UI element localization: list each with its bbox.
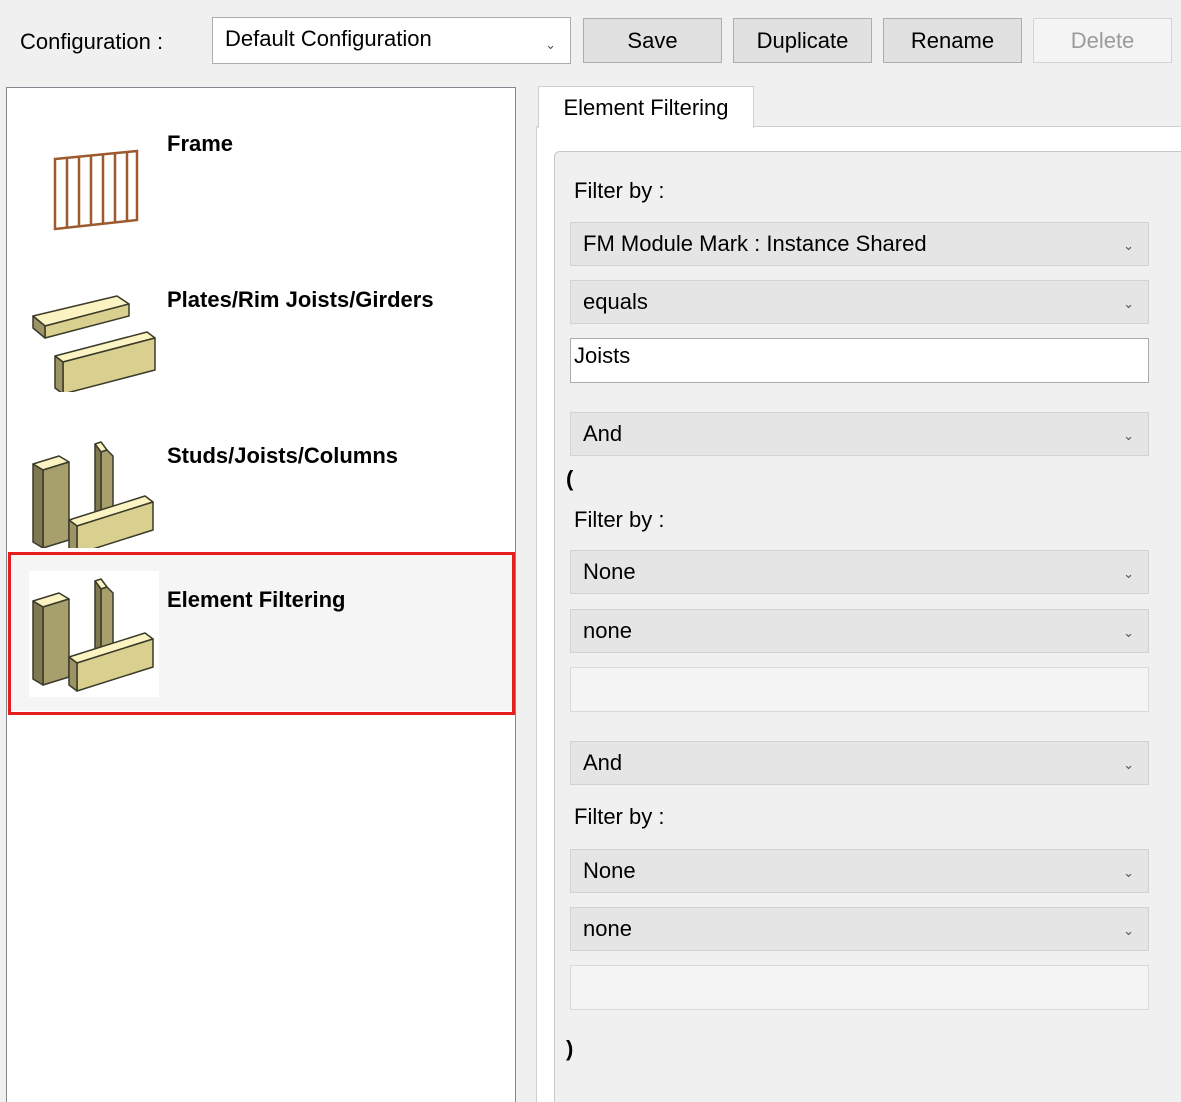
category-item-frame[interactable]: Frame [7, 104, 515, 256]
chevron-down-icon: ⌄ [1123, 757, 1134, 772]
chevron-down-icon: ⌄ [545, 37, 556, 52]
filter-field-select-2[interactable]: None ⌄ [570, 550, 1149, 594]
element-filtering-icon [29, 571, 159, 697]
save-button[interactable]: Save [583, 18, 722, 63]
chevron-down-icon: ⌄ [1123, 865, 1134, 880]
duplicate-button[interactable]: Duplicate [733, 18, 872, 63]
chevron-down-icon: ⌄ [1123, 566, 1134, 581]
configuration-select-value: Default Configuration [225, 26, 432, 51]
category-label: Plates/Rim Joists/Girders [167, 287, 434, 312]
filter-value-input-2 [570, 667, 1149, 712]
select-value: none [583, 916, 632, 941]
configuration-label: Configuration : [20, 29, 164, 54]
frame-icon [53, 149, 139, 231]
rename-button[interactable]: Rename [883, 18, 1022, 63]
chevron-down-icon: ⌄ [1123, 428, 1134, 443]
category-item-plates[interactable]: Plates/Rim Joists/Girders [7, 260, 515, 412]
select-value: none [583, 618, 632, 643]
plates-icon [32, 295, 156, 392]
filter-value-input-3 [570, 965, 1149, 1010]
open-parenthesis: ( [566, 466, 574, 491]
tab-element-filtering[interactable]: Element Filtering [538, 86, 754, 128]
studs-icon [32, 441, 154, 548]
chevron-down-icon: ⌄ [1123, 625, 1134, 640]
category-list[interactable]: Frame Plates/Rim Joists/Girders Studs/Jo… [6, 87, 516, 1102]
category-item-studs[interactable]: Studs/Joists/Columns [7, 416, 515, 568]
select-value: None [583, 559, 636, 584]
close-parenthesis: ) [566, 1036, 574, 1061]
configuration-select[interactable]: Default Configuration ⌄ [212, 17, 571, 64]
select-value: equals [583, 289, 648, 314]
select-value: None [583, 858, 636, 883]
filter-by-label: Filter by : [574, 804, 665, 829]
filter-value-input-1[interactable]: Joists [570, 338, 1149, 383]
filter-operator-select-3[interactable]: none ⌄ [570, 907, 1149, 951]
filter-by-label: Filter by : [574, 178, 665, 203]
select-value: And [583, 750, 623, 775]
join-operator-select-2[interactable]: And ⌄ [570, 741, 1149, 785]
filter-field-select-1[interactable]: FM Module Mark : Instance Shared ⌄ [570, 222, 1149, 266]
delete-button: Delete [1033, 18, 1172, 63]
select-value: FM Module Mark : Instance Shared [583, 231, 927, 256]
category-item-element-filtering[interactable]: Element Filtering [7, 553, 515, 711]
filter-by-label: Filter by : [574, 507, 665, 532]
filter-field-select-3[interactable]: None ⌄ [570, 849, 1149, 893]
category-label: Studs/Joists/Columns [167, 443, 399, 468]
category-label: Element Filtering [167, 587, 346, 612]
select-value: And [583, 421, 623, 446]
input-value: Joists [574, 343, 631, 368]
filter-operator-select-1[interactable]: equals ⌄ [570, 280, 1149, 324]
category-label: Frame [167, 131, 234, 156]
chevron-down-icon: ⌄ [1123, 923, 1134, 938]
chevron-down-icon: ⌄ [1123, 238, 1134, 253]
filter-operator-select-2[interactable]: none ⌄ [570, 609, 1149, 653]
join-operator-select-1[interactable]: And ⌄ [570, 412, 1149, 456]
chevron-down-icon: ⌄ [1123, 296, 1134, 311]
